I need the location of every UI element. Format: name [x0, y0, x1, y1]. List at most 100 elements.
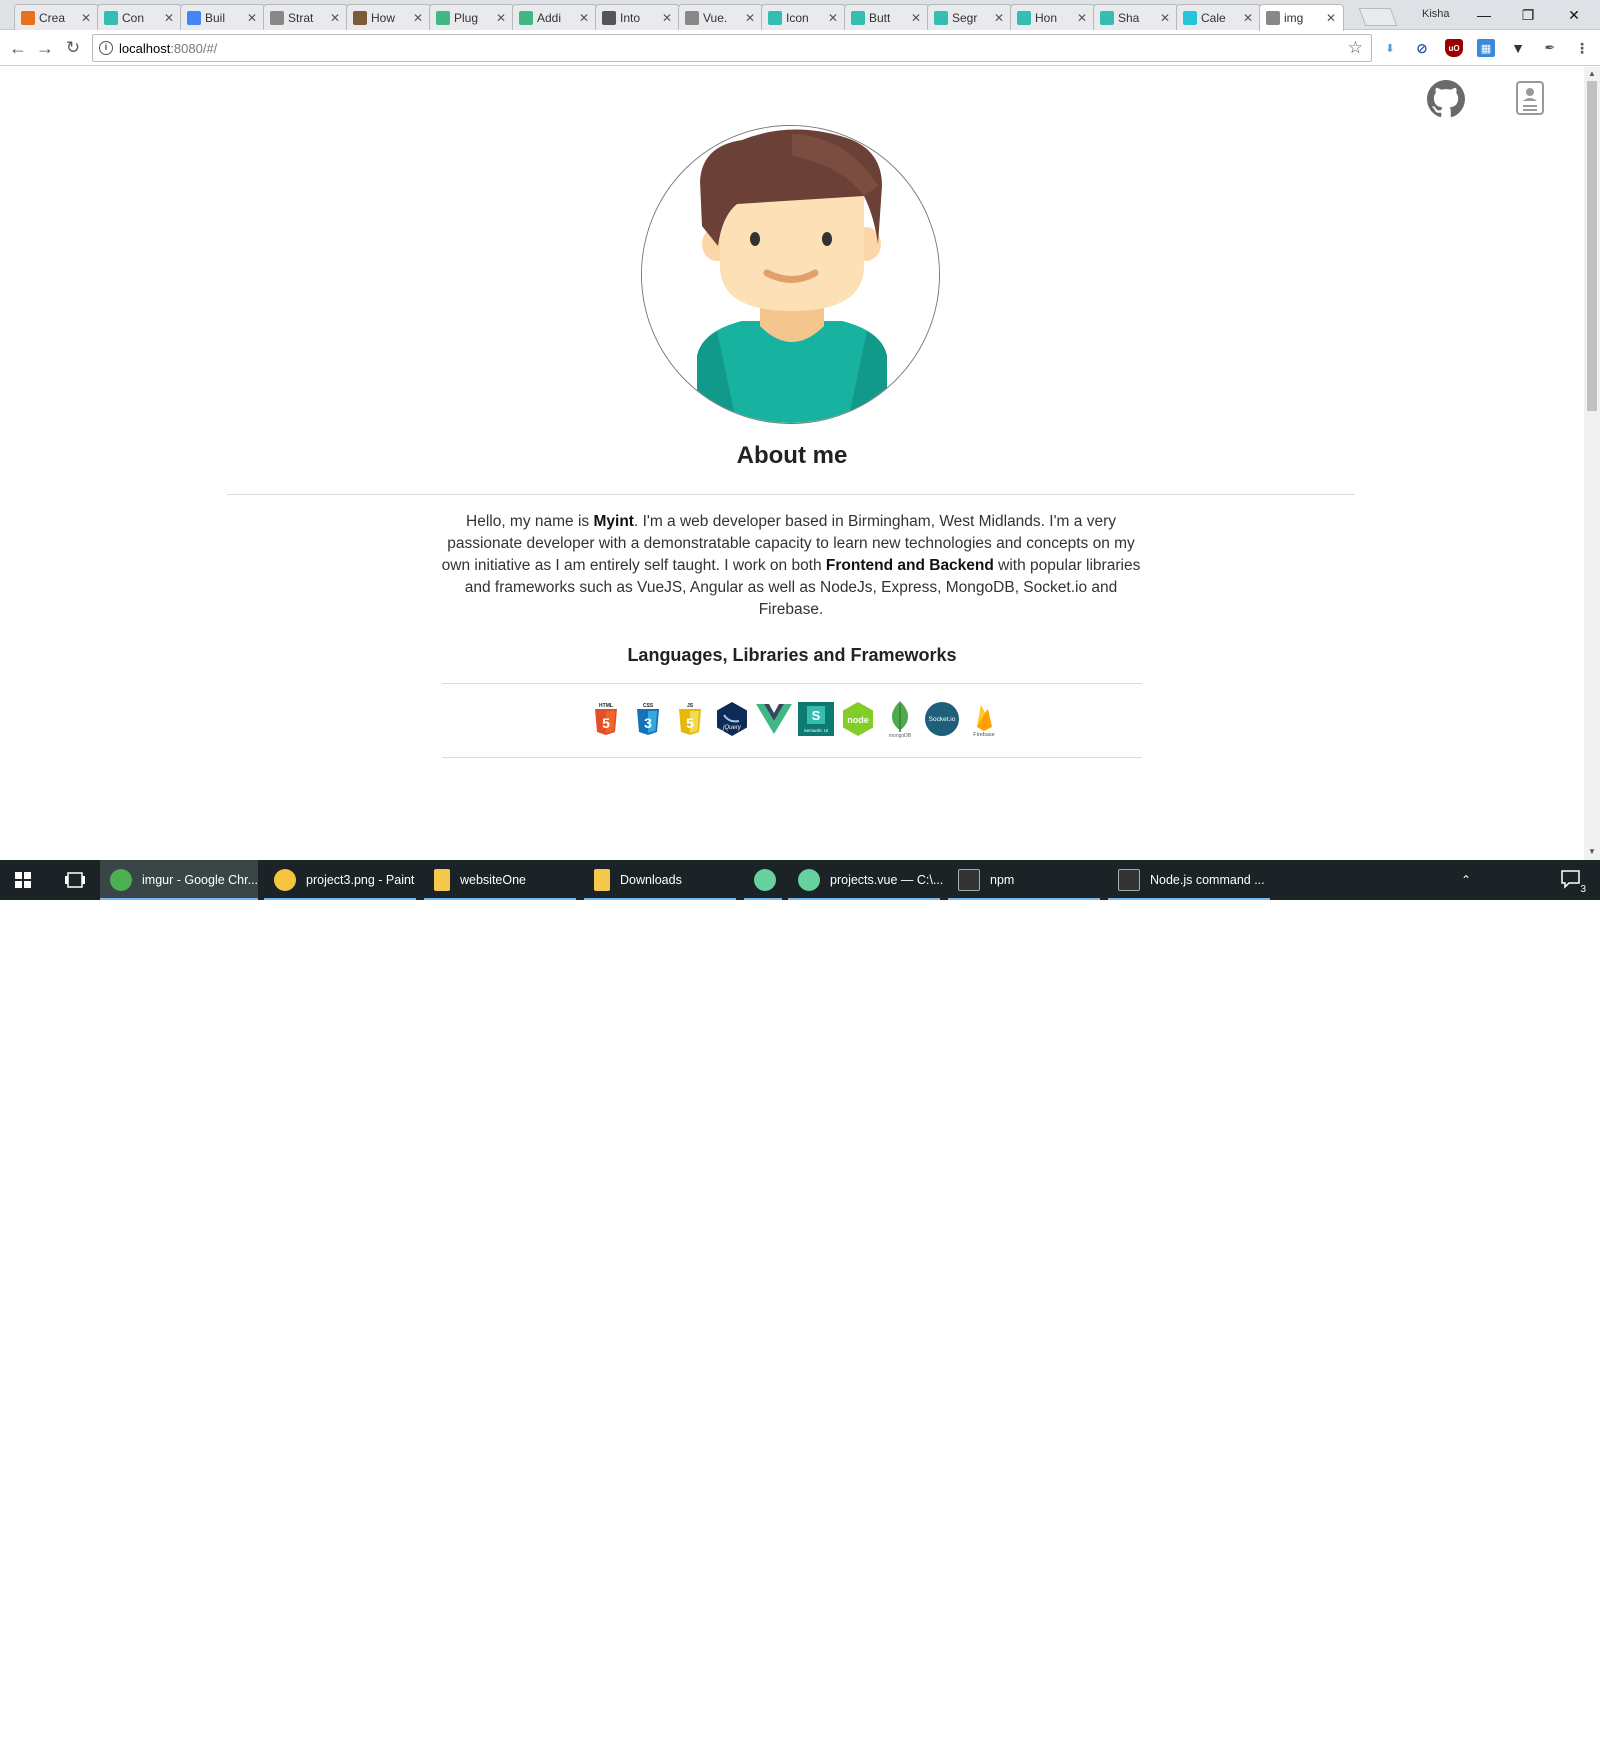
svg-text:node: node [847, 715, 869, 725]
tab-close-icon[interactable]: ✕ [246, 11, 258, 25]
browser-tab[interactable]: Cale ✕ [1176, 4, 1261, 30]
browser-tab[interactable]: Buil ✕ [180, 4, 265, 30]
browser-tab[interactable]: img ✕ [1259, 4, 1344, 31]
taskbar-item[interactable]: websiteOne [424, 860, 576, 900]
tab-close-icon[interactable]: ✕ [661, 11, 673, 25]
taskbar-item[interactable]: Node.js command ... [1108, 860, 1270, 900]
tab-close-icon[interactable]: ✕ [80, 11, 92, 25]
start-button[interactable] [0, 860, 46, 900]
new-tab-button[interactable] [1358, 8, 1398, 26]
pocket-extension-icon[interactable]: ▼ [1509, 39, 1527, 57]
tab-title: Buil [205, 10, 226, 25]
svg-text:CSS: CSS [643, 703, 654, 709]
svg-text:mongoDB: mongoDB [889, 733, 912, 738]
page-scrollbar[interactable]: ▲ ▼ [1584, 67, 1600, 860]
action-center-button[interactable]: 3 [1552, 860, 1592, 900]
close-window-icon[interactable]: ✕ [1554, 4, 1594, 26]
browser-tab[interactable]: Addi ✕ [512, 4, 597, 30]
download-extension-icon[interactable]: ⬇ [1381, 39, 1399, 57]
eyedropper-extension-icon[interactable]: ✒ [1541, 39, 1559, 57]
svg-text:3: 3 [644, 715, 652, 731]
github-icon[interactable] [1427, 80, 1465, 118]
c-icon [187, 10, 201, 25]
back-arrow-icon[interactable]: ← [6, 36, 30, 60]
tab-close-icon[interactable]: ✕ [827, 11, 839, 25]
scrollbar-thumb[interactable] [1587, 81, 1597, 411]
resume-icon[interactable] [1516, 81, 1544, 115]
taskbar-item[interactable] [744, 860, 782, 900]
taskbar-item[interactable]: project3.png - Paint [264, 860, 416, 900]
profile-name[interactable]: Kisha [1422, 8, 1450, 20]
semantic-s-icon [768, 10, 782, 25]
folder-icon [434, 869, 450, 891]
browser-tab[interactable]: Con ✕ [97, 4, 182, 30]
taskbar-item[interactable]: Downloads [584, 860, 736, 900]
forward-arrow-icon[interactable]: → [33, 36, 57, 60]
browser-tab[interactable]: Butt ✕ [844, 4, 929, 30]
taskbar-item[interactable]: npm [948, 860, 1100, 900]
socketio-icon: Socket.io [924, 701, 960, 737]
browser-tab[interactable]: Hon ✕ [1010, 4, 1095, 30]
tab-title: Vue. [703, 10, 728, 25]
folder-icon [594, 869, 610, 891]
bookmark-star-icon[interactable]: ☆ [1348, 38, 1363, 58]
browser-tab[interactable]: Into ✕ [595, 4, 680, 30]
tab-close-icon[interactable]: ✕ [578, 11, 590, 25]
tab-close-icon[interactable]: ✕ [1076, 11, 1088, 25]
restore-icon[interactable]: ❐ [1508, 4, 1548, 26]
browser-tab[interactable]: Sha ✕ [1093, 4, 1178, 30]
taskbar-item-label: imgur - Google Chr... [142, 873, 259, 887]
address-bar[interactable]: i localhost:8080/#/ ☆ [92, 34, 1372, 62]
browser-tab[interactable]: Plug ✕ [429, 4, 514, 30]
system-clock[interactable]: 19:11 13/09/2017 [1478, 1724, 1542, 1756]
semantic-s-icon [851, 10, 865, 25]
browser-tab[interactable]: How ✕ [346, 4, 431, 30]
taskbar-item-label: websiteOne [460, 873, 527, 887]
tab-title: Sha [1118, 10, 1140, 25]
taskbar-item-label: project3.png - Paint [306, 873, 415, 887]
tab-close-icon[interactable]: ✕ [412, 11, 424, 25]
reload-icon[interactable]: ↻ [61, 36, 85, 60]
minimize-icon[interactable]: — [1464, 4, 1504, 26]
site-info-icon[interactable]: i [99, 41, 113, 55]
tray-chevron-icon[interactable]: ⌃ [1454, 860, 1478, 900]
svg-text:Firebase: Firebase [973, 732, 994, 737]
tab-title: Segr [952, 10, 978, 25]
block-extension-icon[interactable]: ⊘ [1413, 39, 1431, 57]
tab-close-icon[interactable]: ✕ [1159, 11, 1171, 25]
tab-close-icon[interactable]: ✕ [163, 11, 175, 25]
chrome-icon [110, 869, 132, 891]
tab-close-icon[interactable]: ✕ [495, 11, 507, 25]
js-icon: JS 5 [672, 701, 708, 737]
browser-tab[interactable]: Icon ✕ [761, 4, 846, 30]
svg-text:JS: JS [687, 703, 694, 709]
tab-title: Strat [288, 10, 314, 25]
calendar-icon [1183, 10, 1197, 25]
vue-icon [436, 10, 450, 25]
task-view-button[interactable] [52, 860, 98, 900]
svg-text:jQuery: jQuery [722, 725, 742, 731]
browser-tab-strip: Crea ✕ Con ✕ Buil ✕ Strat ✕ How ✕ Plug ✕ Addi ✕ Into ✕ V… [0, 0, 1600, 31]
tab-close-icon[interactable]: ✕ [993, 11, 1005, 25]
tab-close-icon[interactable]: ✕ [910, 11, 922, 25]
taskbar-item[interactable]: projects.vue — C:\... [788, 860, 944, 900]
tab-close-icon[interactable]: ✕ [1242, 11, 1254, 25]
taskbar-item[interactable]: imgur - Google Chr... [100, 860, 258, 900]
menu-dots-icon[interactable]: ⋮ [1573, 39, 1591, 57]
browser-tab[interactable]: Crea ✕ [14, 4, 99, 30]
window-extension-icon[interactable]: ▦ [1477, 39, 1495, 57]
tab-close-icon[interactable]: ✕ [329, 11, 341, 25]
taskbar-item-label: projects.vue — C:\... [830, 873, 944, 887]
taskbar-item-label: npm [990, 873, 1015, 887]
tab-close-icon[interactable]: ✕ [744, 11, 756, 25]
scroll-down-icon[interactable]: ▼ [1587, 847, 1597, 856]
clock-time: 19:11 [1496, 1726, 1524, 1738]
document-icon [270, 10, 284, 25]
scroll-up-icon[interactable]: ▲ [1587, 69, 1597, 78]
tab-close-icon[interactable]: ✕ [1325, 11, 1337, 25]
browser-tab[interactable]: Strat ✕ [263, 4, 348, 30]
browser-tab[interactable]: Segr ✕ [927, 4, 1012, 30]
browser-tab[interactable]: Vue. ✕ [678, 4, 763, 30]
svg-text:5: 5 [686, 715, 694, 731]
ublock-extension-icon[interactable]: uO [1445, 39, 1463, 57]
